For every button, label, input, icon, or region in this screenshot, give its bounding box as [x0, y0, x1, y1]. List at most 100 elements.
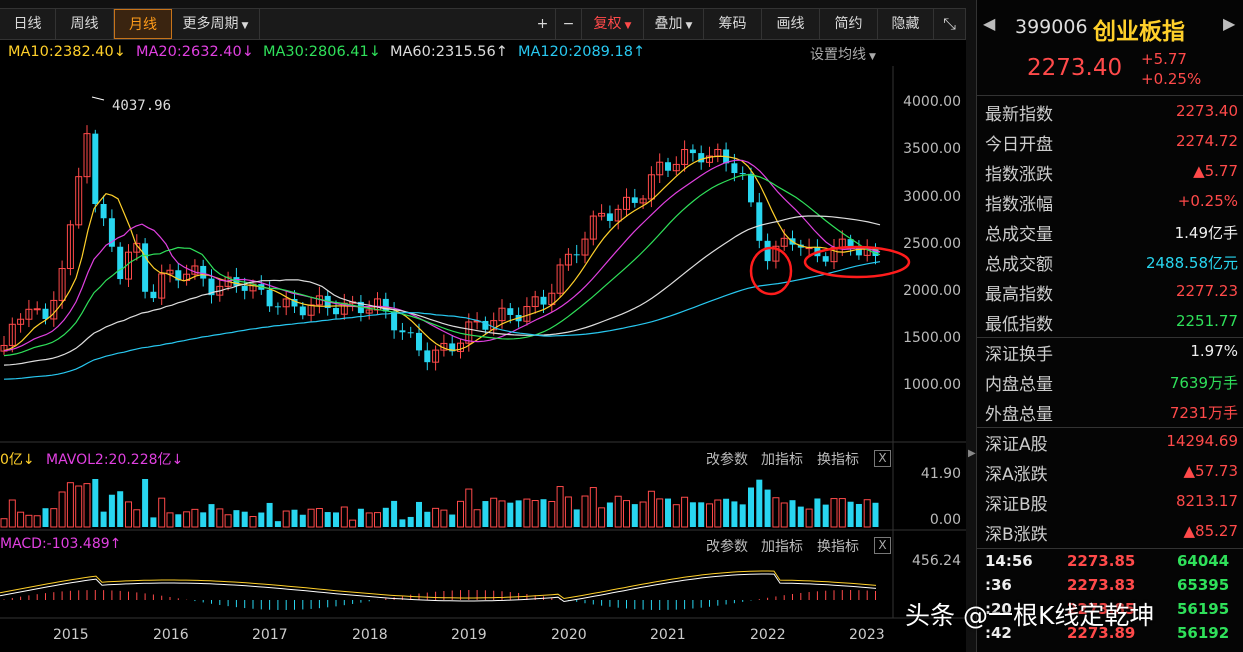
volume-bar — [166, 512, 174, 528]
volume-bar — [490, 497, 498, 528]
macd-arrow: ↑ — [109, 536, 122, 552]
mavol2-arrow: ↓ — [171, 452, 184, 468]
quote-row-label: 内盘总量 — [985, 375, 1053, 395]
candle-body — [731, 163, 738, 174]
candle-body — [241, 285, 248, 291]
candle-body — [631, 197, 638, 203]
volume-bar — [8, 499, 16, 528]
quote-row-value: 1.97% — [1190, 342, 1238, 360]
volume-bar — [598, 507, 606, 528]
y-tick: 2000.00 — [903, 283, 961, 299]
quote-row-value: ▲85.27 — [1183, 522, 1238, 540]
tick-volume: 56195 — [1177, 600, 1230, 618]
volume-edit-params-link[interactable]: 改参数 — [706, 449, 748, 469]
volume-bar — [855, 503, 862, 527]
volume-bar — [805, 508, 813, 528]
volume-bar — [665, 498, 671, 527]
volume-bar — [382, 507, 389, 527]
volume-bar — [838, 498, 846, 528]
quote-row: 指数涨跌 ▲5.77 — [977, 157, 1243, 187]
volume-bar — [432, 507, 440, 528]
volume-bar — [175, 514, 182, 527]
tick-volume: 56192 — [1177, 624, 1230, 642]
volume-bar — [391, 500, 398, 527]
volume-bar — [208, 504, 215, 527]
volume-bar — [349, 519, 357, 528]
x-year-label: 2017 — [252, 627, 288, 643]
volume-bar — [457, 500, 464, 528]
quote-row-label: 指数涨幅 — [985, 195, 1053, 215]
y-tick: 1500.00 — [903, 330, 961, 346]
volume-bar — [17, 511, 25, 528]
volume-bar — [465, 488, 473, 528]
ma60-line — [3, 215, 881, 366]
divider — [977, 95, 1243, 96]
volume-bar — [58, 491, 66, 528]
quote-row-value: 7231万手 — [1169, 404, 1238, 422]
volume-bar — [540, 499, 547, 527]
quote-row-label: 今日开盘 — [985, 135, 1053, 155]
quote-row-value: +0.25% — [1177, 192, 1238, 210]
quote-row-label: 总成交量 — [985, 225, 1053, 245]
volume-bar — [698, 502, 705, 527]
quote-row-value: ▲57.73 — [1183, 462, 1238, 480]
last-price: 2273.40 — [1027, 55, 1123, 81]
candle-body — [698, 153, 705, 163]
y-tick: 1000.00 — [903, 377, 961, 393]
divider — [977, 548, 1243, 549]
volume-prefix-arrow: ↓ — [22, 452, 35, 468]
peak-value-label: 4037.96 — [112, 98, 172, 114]
volume-close-button[interactable]: X — [874, 450, 891, 467]
candle-body — [142, 243, 149, 292]
quote-row: 指数涨幅 +0.25% — [977, 187, 1243, 217]
volume-add-indicator-link[interactable]: 加指标 — [761, 449, 803, 469]
prev-symbol-icon[interactable]: ◀ — [983, 14, 995, 33]
macd-edit-params-link[interactable]: 改参数 — [706, 536, 748, 556]
quote-row-value: 14294.69 — [1166, 432, 1238, 450]
candle-body — [540, 296, 547, 305]
candle-body — [748, 173, 754, 203]
candle-body — [266, 289, 273, 307]
volume-bar — [150, 517, 157, 527]
volume-bar — [158, 497, 166, 528]
volume-bar — [307, 508, 315, 528]
candle-body — [333, 308, 339, 315]
volume-bar — [282, 510, 290, 528]
x-year-label: 2016 — [153, 627, 189, 643]
volume-bar — [515, 500, 522, 527]
ma120-line — [3, 261, 881, 380]
macd-add-indicator-link[interactable]: 加指标 — [761, 536, 803, 556]
quote-row: 最低指数 2251.77 — [977, 307, 1243, 337]
candle-body — [689, 149, 696, 154]
price-change-pct: +0.25% — [1141, 70, 1202, 88]
volume-bar — [75, 485, 83, 528]
volume-bar — [822, 504, 829, 527]
volume-bar — [333, 512, 339, 527]
quote-row: 总成交量 1.49亿手 — [977, 217, 1243, 247]
volume-bar — [656, 498, 664, 528]
volume-bar — [498, 500, 506, 528]
volume-bar — [623, 500, 630, 528]
quote-row-value: 2274.72 — [1175, 132, 1238, 150]
quote-row-value: 1.49亿手 — [1174, 224, 1238, 242]
collapse-arrow-icon[interactable]: ▶ — [968, 448, 976, 459]
volume-bar — [365, 512, 373, 528]
quote-row: 最高指数 2277.23 — [977, 277, 1243, 307]
volume-bar — [449, 514, 456, 527]
panel-splitter[interactable] — [966, 0, 976, 652]
tick-volume: 65395 — [1177, 576, 1230, 594]
next-symbol-icon[interactable]: ▶ — [1223, 14, 1235, 33]
volume-bar — [482, 501, 489, 527]
volume-bar — [125, 501, 132, 528]
quote-row-label: 深证B股 — [985, 495, 1048, 515]
macd-close-button[interactable]: X — [874, 537, 891, 554]
macd-switch-indicator-link[interactable]: 换指标 — [817, 536, 859, 556]
volume-bar — [241, 511, 248, 527]
symbol-name: 创业板指 — [1093, 19, 1185, 45]
y-tick: 3000.00 — [903, 189, 961, 205]
quote-row-label: 总成交额 — [985, 255, 1053, 275]
y-tick: 3500.00 — [903, 141, 961, 157]
candle-body — [299, 306, 306, 316]
volume-bar — [689, 502, 696, 527]
volume-switch-indicator-link[interactable]: 换指标 — [817, 449, 859, 469]
